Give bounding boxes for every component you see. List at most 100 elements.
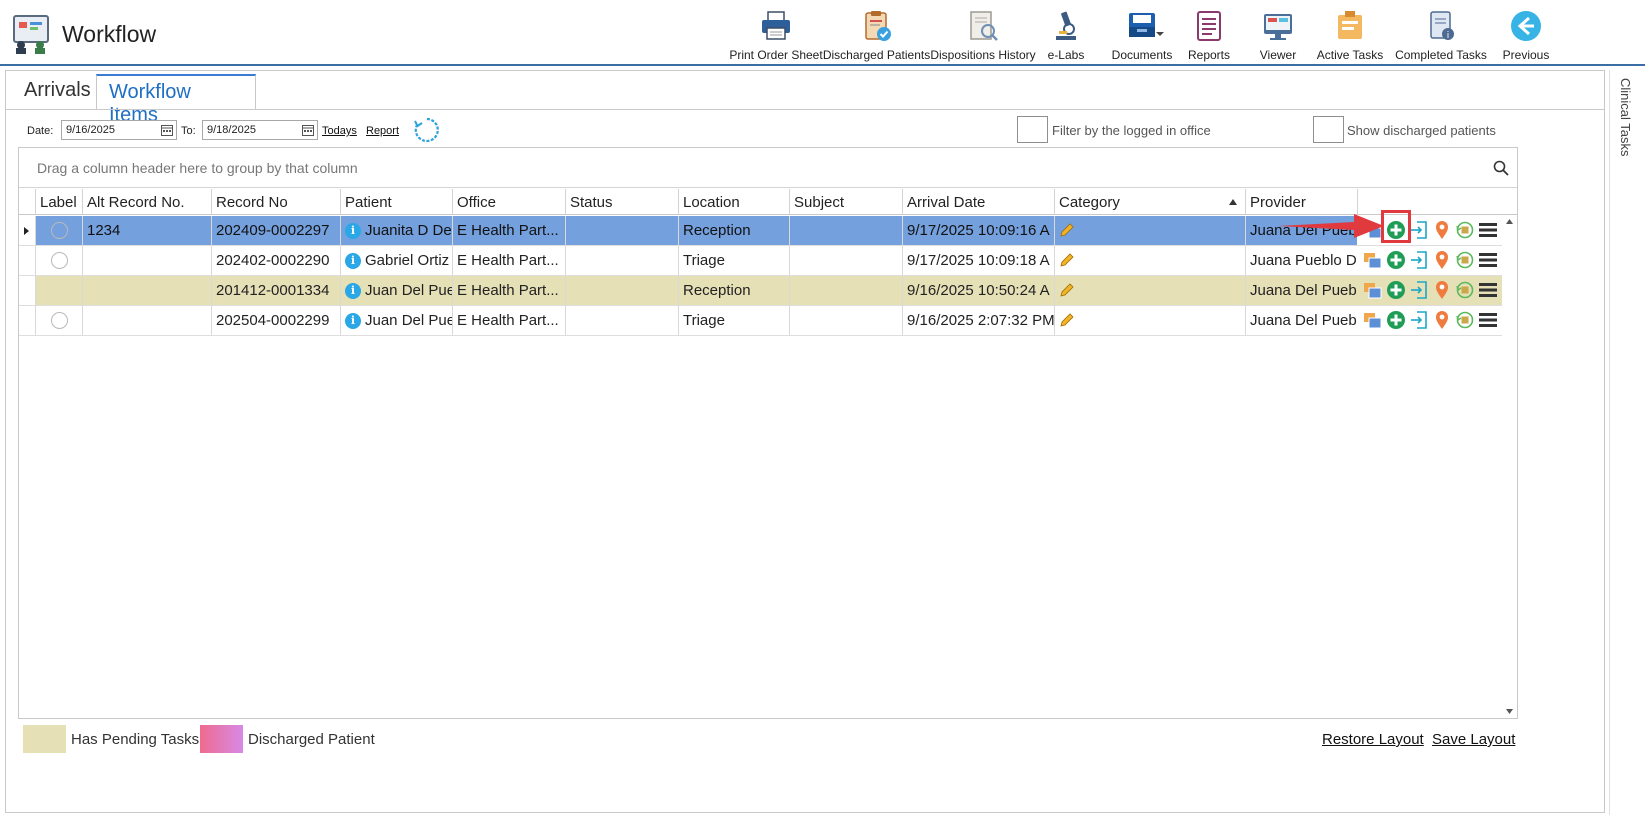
viewer-button[interactable]: Viewer <box>1256 4 1300 62</box>
print-order-sheet-button[interactable]: Print Order Sheet <box>729 4 823 62</box>
check-in-icon[interactable] <box>1409 280 1429 300</box>
row-indicator <box>19 306 35 335</box>
row-indicator <box>19 276 35 305</box>
report-link[interactable]: Report <box>366 125 399 137</box>
date-to-field[interactable]: 9/18/2025 <box>202 120 318 140</box>
todays-link[interactable]: Todays <box>322 125 357 137</box>
filter-office-checkbox[interactable] <box>1017 116 1048 143</box>
add-task-icon[interactable] <box>1386 250 1406 270</box>
col-arrival-date[interactable]: Arrival Date <box>902 189 1054 215</box>
previous-button[interactable]: Previous <box>1502 4 1550 62</box>
location-pin-icon[interactable] <box>1432 280 1452 300</box>
calendar-icon[interactable] <box>302 124 314 136</box>
tab-arrivals[interactable]: Arrivals <box>12 74 103 108</box>
col-alt-record-no[interactable]: Alt Record No. <box>82 189 211 215</box>
grid-vertical-scrollbar[interactable] <box>1502 215 1517 718</box>
scroll-up-icon[interactable] <box>1506 219 1513 224</box>
images-icon[interactable] <box>1363 310 1383 330</box>
history-icon[interactable] <box>1455 250 1475 270</box>
category-cell[interactable] <box>1054 306 1245 335</box>
patient-cell: i Juan Del Pue <box>340 306 452 335</box>
label-cell[interactable] <box>35 306 82 335</box>
date-from-value: 9/16/2025 <box>66 124 115 136</box>
group-by-panel[interactable]: Drag a column header here to group by th… <box>19 148 1517 188</box>
col-record-no[interactable]: Record No <box>211 189 340 215</box>
documents-button[interactable]: Documents <box>1112 4 1172 62</box>
patient-cell: i Gabriel Ortiz <box>340 246 452 275</box>
search-icon[interactable] <box>1493 160 1509 176</box>
date-from-field[interactable]: 9/16/2025 <box>61 120 177 140</box>
e-labs-button[interactable]: e-Labs <box>1044 4 1088 62</box>
clinical-tasks-rail[interactable]: Clinical Tasks <box>1609 70 1639 815</box>
alt-record-cell <box>82 276 211 305</box>
patient-info-icon[interactable]: i <box>345 223 361 239</box>
save-layout-link[interactable]: Save Layout <box>1432 731 1515 748</box>
label-cell[interactable] <box>35 246 82 275</box>
location-pin-icon[interactable] <box>1432 220 1452 240</box>
col-category[interactable]: Category <box>1054 189 1245 215</box>
table-row[interactable]: 201412-0001334 i Juan Del Pue E Health Pa… <box>19 276 1502 306</box>
patient-info-icon[interactable]: i <box>345 253 361 269</box>
menu-icon[interactable] <box>1478 220 1498 240</box>
category-cell[interactable] <box>1054 276 1245 305</box>
add-task-icon[interactable] <box>1386 280 1406 300</box>
menu-icon[interactable] <box>1478 310 1498 330</box>
discharged-patients-button[interactable]: Discharged Patients <box>823 4 930 62</box>
pencil-icon[interactable] <box>1059 253 1074 268</box>
sort-ascending-icon <box>1229 199 1237 205</box>
label-cell[interactable] <box>35 216 82 245</box>
menu-icon[interactable] <box>1478 250 1498 270</box>
col-location[interactable]: Location <box>678 189 789 215</box>
label-radio[interactable] <box>51 222 68 239</box>
menu-icon[interactable] <box>1478 280 1498 300</box>
pencil-icon[interactable] <box>1059 313 1074 328</box>
status-cell <box>565 276 678 305</box>
col-status[interactable]: Status <box>565 189 678 215</box>
location-cell: Reception <box>678 276 789 305</box>
col-patient[interactable]: Patient <box>340 189 452 215</box>
add-task-icon[interactable] <box>1386 310 1406 330</box>
scroll-down-icon[interactable] <box>1506 709 1513 714</box>
history-icon[interactable] <box>1455 220 1475 240</box>
dispositions-history-button[interactable]: Dispositions History <box>930 4 1036 62</box>
col-office[interactable]: Office <box>452 189 565 215</box>
pencil-icon[interactable] <box>1059 223 1074 238</box>
check-in-icon[interactable] <box>1409 310 1429 330</box>
calendar-icon[interactable] <box>161 124 173 136</box>
active-tasks-button[interactable]: Active Tasks <box>1317 4 1383 62</box>
table-row[interactable]: 202504-0002299 i Juan Del Pue E Health Pa… <box>19 306 1502 336</box>
label-cell[interactable] <box>35 276 82 305</box>
tab-workflow-items[interactable]: Workflow Items <box>96 74 256 126</box>
tab-divider <box>6 109 1604 110</box>
reports-button[interactable]: Reports <box>1186 4 1232 62</box>
label-radio[interactable] <box>51 252 68 269</box>
history-icon[interactable] <box>1455 280 1475 300</box>
location-pin-icon[interactable] <box>1432 310 1452 330</box>
col-label[interactable]: Label <box>35 189 82 215</box>
print-order-sheet-label: Print Order Sheet <box>729 48 823 62</box>
history-icon[interactable] <box>1455 310 1475 330</box>
provider-cell: Juana Del Pueblo <box>1245 306 1357 335</box>
completed-tasks-button[interactable]: i Completed Tasks <box>1395 4 1487 62</box>
check-in-icon[interactable] <box>1409 250 1429 270</box>
main-panel: Arrivals Workflow Items Date: 9/16/2025 … <box>5 70 1605 813</box>
col-subject[interactable]: Subject <box>789 189 902 215</box>
category-cell[interactable] <box>1054 216 1245 245</box>
location-pin-icon[interactable] <box>1432 250 1452 270</box>
record-no-cell: 202402-0002290 <box>211 246 340 275</box>
images-icon[interactable] <box>1363 280 1383 300</box>
restore-layout-link[interactable]: Restore Layout <box>1322 731 1424 748</box>
table-row[interactable]: 202402-0002290 i Gabriel Ortiz E Health P… <box>19 246 1502 276</box>
report-list-icon <box>1197 11 1221 41</box>
completed-tasks-icon: i <box>1430 11 1454 41</box>
patient-info-icon[interactable]: i <box>345 283 361 299</box>
row-actions <box>1357 306 1502 335</box>
category-cell[interactable] <box>1054 246 1245 275</box>
images-icon[interactable] <box>1363 250 1383 270</box>
label-radio[interactable] <box>51 312 68 329</box>
show-discharged-checkbox[interactable] <box>1313 116 1344 143</box>
refresh-icon[interactable] <box>414 117 440 143</box>
patient-info-icon[interactable]: i <box>345 313 361 329</box>
check-in-icon[interactable] <box>1409 220 1429 240</box>
pencil-icon[interactable] <box>1059 283 1074 298</box>
